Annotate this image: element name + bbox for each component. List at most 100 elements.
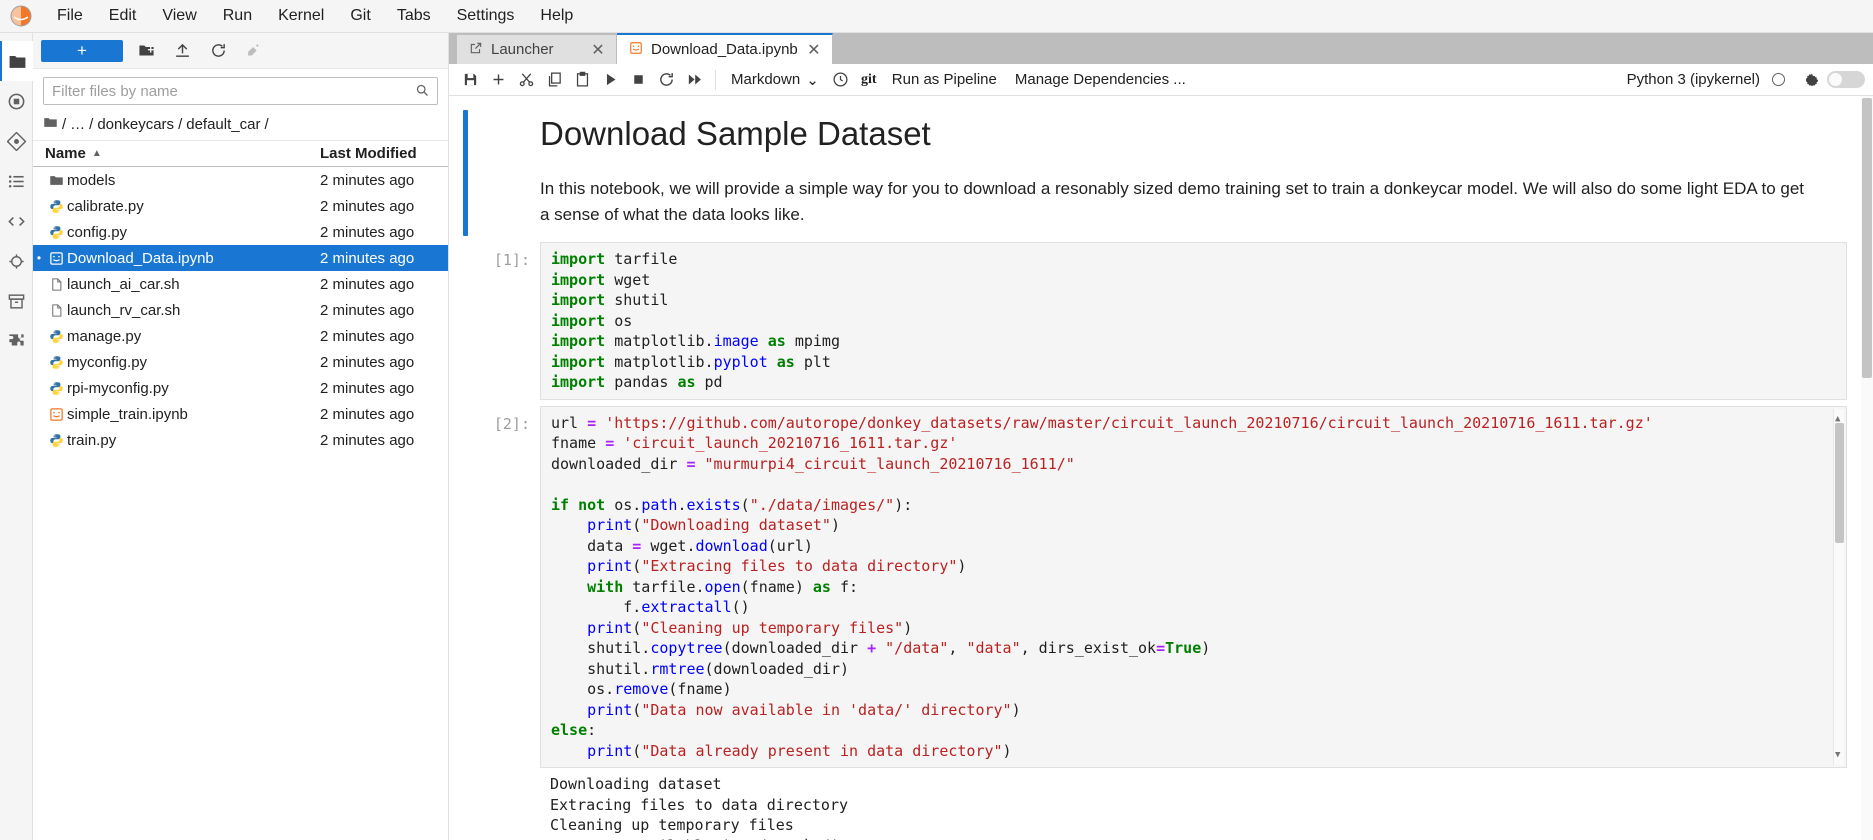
tab-launcher[interactable]: Launcher ✕ <box>457 35 617 64</box>
page-title: Download Sample Dataset <box>540 115 931 152</box>
file-last-modified: 2 minutes ago <box>320 301 415 319</box>
menu-run[interactable]: Run <box>210 2 265 30</box>
sidebar-running-sessions[interactable] <box>0 81 33 121</box>
file-name: train.py <box>67 431 117 449</box>
cell-body[interactable]: Download Sample Dataset In this notebook,… <box>540 110 1847 236</box>
menu-kernel[interactable]: Kernel <box>265 2 337 30</box>
sidebar-extension-code[interactable] <box>0 201 33 241</box>
new-folder-icon[interactable] <box>133 39 159 63</box>
new-launcher-button[interactable]: + <box>41 39 123 62</box>
sidebar-archive[interactable] <box>0 281 33 321</box>
file-list-item[interactable]: launch_ai_car.sh 2 minutes ago <box>33 271 448 297</box>
refresh-icon[interactable] <box>205 39 231 63</box>
main-dock-area: Launcher ✕ Download_Data.ipynb ✕ Markdow… <box>449 33 1873 840</box>
menu-git[interactable]: Git <box>337 2 383 30</box>
cell-type-select[interactable]: Markdown ⌄ <box>724 67 826 92</box>
git-label: git <box>861 71 877 87</box>
gear-icon[interactable] <box>1799 67 1825 93</box>
stop-icon[interactable] <box>625 67 651 93</box>
file-list-item[interactable]: simple_train.ipynb 2 minutes ago <box>33 401 448 427</box>
copy-icon[interactable] <box>541 67 567 93</box>
file-file-icon <box>45 303 67 318</box>
notebook-icon <box>629 41 643 59</box>
file-name: myconfig.py <box>67 353 148 371</box>
sidebar-table-of-contents[interactable] <box>0 161 33 201</box>
file-list-item[interactable]: calibrate.py 2 minutes ago <box>33 193 448 219</box>
notebook-file-icon <box>45 407 67 422</box>
sidebar-debugger[interactable] <box>0 241 33 281</box>
code-editor[interactable]: url = 'https://github.com/autorope/donke… <box>540 405 1847 768</box>
sidebar-git[interactable] <box>0 121 33 161</box>
file-list-item[interactable]: models 2 minutes ago <box>33 167 448 193</box>
clock-icon[interactable] <box>828 67 854 93</box>
code-editor[interactable]: import tarfile import wget import shutil… <box>540 242 1847 400</box>
tab-notebook-label: Download_Data.ipynb <box>651 41 798 58</box>
markdown-cell[interactable]: Download Sample Dataset In this notebook,… <box>463 110 1847 236</box>
file-list-item[interactable]: config.py 2 minutes ago <box>33 219 448 245</box>
breadcrumb-segment-default-car[interactable]: default_car <box>186 116 260 133</box>
search-input[interactable] <box>43 77 438 105</box>
notebook-scrollbar[interactable] <box>1861 96 1873 840</box>
menu-view[interactable]: View <box>149 2 209 30</box>
cell-body[interactable]: import tarfile import wget import shutil… <box>540 242 1847 400</box>
menu-tabs[interactable]: Tabs <box>384 2 444 30</box>
file-browser-panel: + Filter files by name / … / donkeycars … <box>33 33 449 840</box>
save-icon[interactable] <box>457 67 483 93</box>
sidebar-file-browser[interactable] <box>0 41 33 81</box>
code-cell-scrollbar-thumb[interactable] <box>1835 422 1844 543</box>
file-list-item[interactable]: launch_rv_car.sh 2 minutes ago <box>33 297 448 323</box>
column-header-name-label: Name <box>45 145 86 162</box>
chevron-down-icon: ⌄ <box>806 71 819 89</box>
python-file-icon <box>45 225 67 240</box>
cell-body[interactable]: url = 'https://github.com/autorope/donke… <box>540 405 1847 840</box>
sidebar-extension-manager[interactable] <box>0 321 33 361</box>
menu-edit[interactable]: Edit <box>96 2 150 30</box>
paste-icon[interactable] <box>569 67 595 93</box>
git-icon[interactable]: git <box>856 67 882 93</box>
notebook-file-icon <box>45 251 67 266</box>
run-as-pipeline-button[interactable]: Run as Pipeline <box>884 68 1005 91</box>
tab-download-data-notebook[interactable]: Download_Data.ipynb ✕ <box>617 33 833 64</box>
menu-help[interactable]: Help <box>527 2 586 30</box>
kernel-name-label[interactable]: Python 3 (ipykernel) <box>1627 71 1770 88</box>
kernel-idle-circle-icon <box>1772 73 1785 86</box>
code-cell[interactable]: [2]: url = 'https://github.com/autorope/d… <box>463 405 1847 840</box>
notebook-cell-container: Download Sample Dataset In this notebook,… <box>449 96 1873 840</box>
new-checkpoint-icon[interactable] <box>241 39 267 63</box>
file-list-item[interactable]: rpi-myconfig.py 2 minutes ago <box>33 375 448 401</box>
cell-active-indicator <box>463 242 468 400</box>
breadcrumb-segment-donkeycars[interactable]: donkeycars <box>97 116 174 133</box>
breadcrumb-home-icon[interactable] <box>43 115 58 134</box>
breadcrumb-sep-3: / <box>264 116 269 133</box>
menu-file[interactable]: File <box>44 2 96 30</box>
file-list-item[interactable]: manage.py 2 minutes ago <box>33 323 448 349</box>
column-header-last-modified[interactable]: Last Modified <box>316 145 448 162</box>
file-last-modified: 2 minutes ago <box>320 197 415 215</box>
menu-bar: File Edit View Run Kernel Git Tabs Setti… <box>0 0 1873 33</box>
plus-icon[interactable] <box>485 67 511 93</box>
file-list-item[interactable]: myconfig.py 2 minutes ago <box>33 349 448 375</box>
close-icon[interactable]: ✕ <box>590 40 606 60</box>
file-list-item[interactable]: • Download_Data.ipynb 2 minutes ago <box>33 245 448 271</box>
close-icon[interactable]: ✕ <box>806 40 822 60</box>
code-cell[interactable]: [1]: import tarfile import wget import sh… <box>463 242 1847 400</box>
breadcrumb-ellipsis[interactable]: … <box>70 116 85 133</box>
cut-icon[interactable] <box>513 67 539 93</box>
code-cell-scrollbar[interactable]: ▲ ▼ <box>1833 408 1844 765</box>
launcher-icon <box>469 41 483 59</box>
file-list-item[interactable]: train.py 2 minutes ago <box>33 427 448 453</box>
notebook-scrollbar-thumb[interactable] <box>1862 98 1872 378</box>
mode-toggle[interactable] <box>1827 71 1865 88</box>
fast-forward-icon[interactable] <box>681 67 707 93</box>
upload-icon[interactable] <box>169 39 195 63</box>
python-file-icon <box>45 355 67 370</box>
breadcrumb: / … / donkeycars / default_car / <box>33 109 448 141</box>
run-icon[interactable] <box>597 67 623 93</box>
manage-dependencies-button[interactable]: Manage Dependencies ... <box>1007 68 1194 91</box>
restart-icon[interactable] <box>653 67 679 93</box>
menu-settings[interactable]: Settings <box>444 2 528 30</box>
column-header-name[interactable]: Name ▲ <box>33 145 316 162</box>
notebook-scroll-area[interactable]: Download Sample Dataset In this notebook,… <box>449 96 1873 840</box>
file-browser-toolbar: + <box>33 33 448 69</box>
jupyter-logo-icon <box>6 3 36 29</box>
